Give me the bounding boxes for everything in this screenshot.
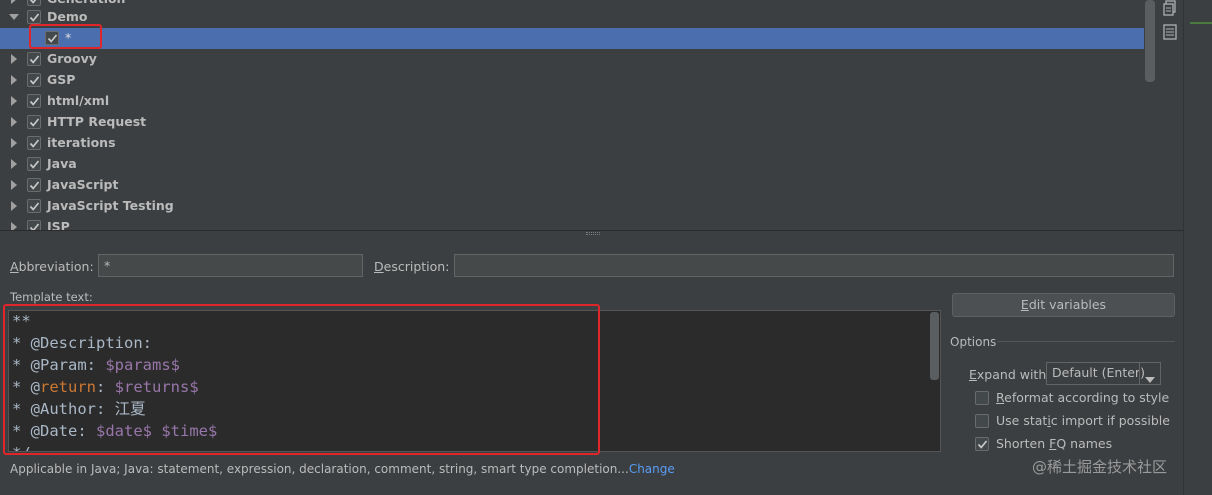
tree-item[interactable]: * [0, 28, 1155, 49]
expand-with-label: Expand with [969, 367, 1047, 382]
expand-arrow-right-icon[interactable] [9, 159, 19, 169]
options-separator [997, 341, 1175, 342]
abbreviation-field[interactable] [98, 254, 363, 277]
chevron-down-icon [1145, 371, 1155, 386]
annotation-box-selected-item [29, 24, 102, 49]
option-checkbox[interactable] [975, 437, 989, 451]
tree-item-checkbox[interactable] [27, 220, 41, 230]
tree-item-checkbox[interactable] [27, 94, 41, 108]
tree-item[interactable]: JSP [0, 217, 1155, 230]
option-label[interactable]: Shorten FQ names [996, 436, 1112, 451]
copy-icon[interactable] [1162, 0, 1178, 16]
splitter-grip-icon[interactable] [586, 232, 600, 235]
tree-item-label: GSP [47, 72, 76, 87]
expand-arrow-right-icon[interactable] [9, 96, 19, 106]
expand-arrow-right-icon[interactable] [9, 180, 19, 190]
expand-arrow-right-icon[interactable] [9, 75, 19, 85]
tree-item[interactable]: JavaScript Testing [0, 196, 1155, 217]
tree-item-label: Demo [47, 9, 88, 24]
tree-item-label: html/xml [47, 93, 110, 108]
tree-item-label: HTTP Request [47, 114, 147, 129]
tree-item-label: iterations [47, 135, 116, 150]
tree-item-label: Groovy [47, 51, 97, 66]
abbreviation-label: Abbreviation: [10, 259, 94, 274]
tree-item[interactable]: GSP [0, 70, 1155, 91]
applicable-contexts-text: Applicable in Java; Java: statement, exp… [10, 462, 675, 476]
tree-item-label: JavaScript [47, 177, 119, 192]
tree-item-checkbox[interactable] [27, 0, 41, 6]
description-label: Description: [374, 259, 450, 274]
option-checkbox[interactable] [975, 414, 989, 428]
expand-arrow-down-icon[interactable] [9, 12, 19, 22]
option-label[interactable]: Use static import if possible [996, 413, 1170, 428]
tree-item-checkbox[interactable] [27, 73, 41, 87]
options-title: Options [950, 335, 997, 349]
tree-item[interactable]: Groovy [0, 49, 1155, 70]
editor-gutter-strip [1183, 0, 1212, 495]
tree-item-checkbox[interactable] [27, 115, 41, 129]
edit-variables-button[interactable]: Edit variables [952, 293, 1175, 317]
description-field[interactable] [454, 254, 1174, 277]
tree-item[interactable]: HTTP Request [0, 112, 1155, 133]
watermark: @稀土掘金技术社区 [1032, 458, 1168, 476]
expand-arrow-right-icon[interactable] [9, 54, 19, 64]
tree-item-label: JSP [47, 219, 70, 230]
change-link[interactable]: Change [629, 462, 675, 476]
tree-item-label: Java [47, 156, 77, 171]
option-checkbox[interactable] [975, 391, 989, 405]
side-toolbar [1157, 0, 1183, 230]
expand-arrow-right-icon[interactable] [9, 138, 19, 148]
template-tree[interactable]: Generation Demo * Groovy GSP html/xml HTTP Req… [0, 0, 1156, 230]
tree-item[interactable]: JavaScript [0, 175, 1155, 196]
description-icon[interactable] [1162, 24, 1178, 40]
annotation-box-template [3, 304, 600, 455]
tree-item[interactable]: Demo [0, 7, 1155, 28]
tree-item-checkbox[interactable] [27, 178, 41, 192]
tree-item[interactable]: Java [0, 154, 1155, 175]
expand-arrow-right-icon[interactable] [9, 117, 19, 127]
expand-arrow-right-icon[interactable] [9, 0, 19, 4]
tree-scrollbar-thumb[interactable] [1145, 0, 1155, 82]
tree-item[interactable]: html/xml [0, 91, 1155, 112]
option-label[interactable]: Reformat according to style [996, 390, 1169, 405]
tree-item-checkbox[interactable] [27, 10, 41, 24]
tree-item[interactable]: iterations [0, 133, 1155, 154]
expand-with-value: Default (Enter) [1052, 365, 1145, 380]
change-marker [1190, 22, 1212, 24]
expand-with-select[interactable]: Default (Enter) [1046, 362, 1161, 385]
tree-item-label: JavaScript Testing [47, 198, 174, 213]
tree-item-label: Generation [47, 0, 125, 6]
tree-item-checkbox[interactable] [27, 52, 41, 66]
expand-arrow-right-icon[interactable] [9, 222, 19, 230]
tree-item-checkbox[interactable] [27, 157, 41, 171]
expand-arrow-right-icon[interactable] [9, 201, 19, 211]
editor-scrollbar-thumb[interactable] [930, 312, 939, 380]
template-text-label: Template text: [10, 290, 93, 304]
tree-item-checkbox[interactable] [27, 199, 41, 213]
tree-item-checkbox[interactable] [27, 136, 41, 150]
